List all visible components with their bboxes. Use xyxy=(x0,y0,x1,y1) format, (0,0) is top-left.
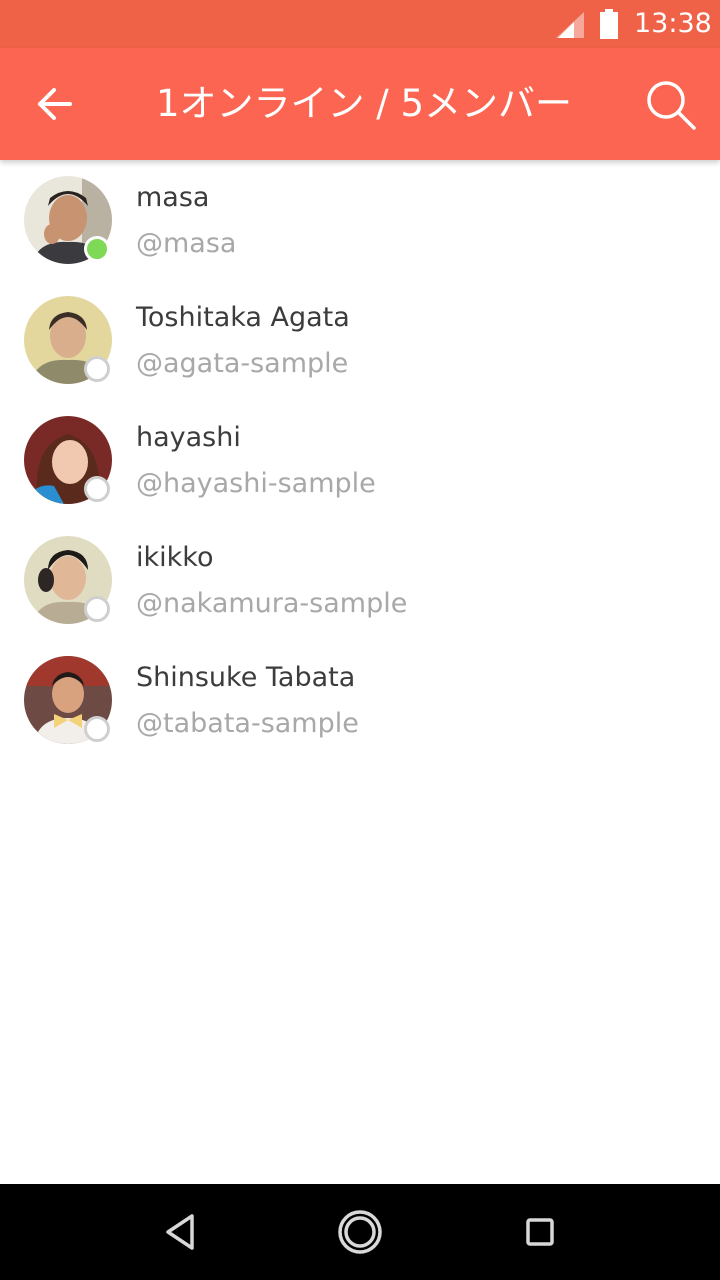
member-name: masa xyxy=(136,182,210,213)
member-row[interactable]: Shinsuke Tabata @tabata-sample xyxy=(0,640,720,760)
member-name: ikikko xyxy=(136,542,214,573)
system-nav-bar xyxy=(0,1184,720,1280)
member-list: masa @masa Toshitaka Agata @agata-sample xyxy=(0,160,720,760)
member-handle: @agata-sample xyxy=(136,348,349,379)
page-title: 1オンライン / 5メンバー xyxy=(155,82,573,125)
member-row[interactable]: masa @masa xyxy=(0,160,720,280)
member-row[interactable]: ikikko @nakamura-sample xyxy=(0,520,720,640)
offline-status-icon xyxy=(84,716,110,742)
back-triangle-icon[interactable] xyxy=(156,1208,204,1256)
member-handle: @masa xyxy=(136,228,237,259)
offline-status-icon xyxy=(84,596,110,622)
member-name: Shinsuke Tabata xyxy=(136,662,356,693)
member-handle: @hayashi-sample xyxy=(136,468,376,499)
member-name: Toshitaka Agata xyxy=(136,302,350,333)
member-row[interactable]: Toshitaka Agata @agata-sample xyxy=(0,280,720,400)
battery-icon xyxy=(600,9,618,39)
status-bar: 13:38 xyxy=(0,0,720,48)
search-icon[interactable] xyxy=(644,78,698,132)
member-handle: @nakamura-sample xyxy=(136,588,408,619)
recents-square-icon[interactable] xyxy=(516,1208,564,1256)
arrow-left-icon[interactable] xyxy=(36,84,76,124)
member-row[interactable]: hayashi @hayashi-sample xyxy=(0,400,720,520)
offline-status-icon xyxy=(84,356,110,382)
home-circle-icon[interactable] xyxy=(336,1208,384,1256)
offline-status-icon xyxy=(84,476,110,502)
app-bar: 1オンライン / 5メンバー xyxy=(0,48,720,160)
online-status-icon xyxy=(84,236,110,262)
member-name: hayashi xyxy=(136,422,241,453)
member-handle: @tabata-sample xyxy=(136,708,359,739)
cell-signal-icon xyxy=(556,12,584,38)
status-clock: 13:38 xyxy=(634,8,712,39)
